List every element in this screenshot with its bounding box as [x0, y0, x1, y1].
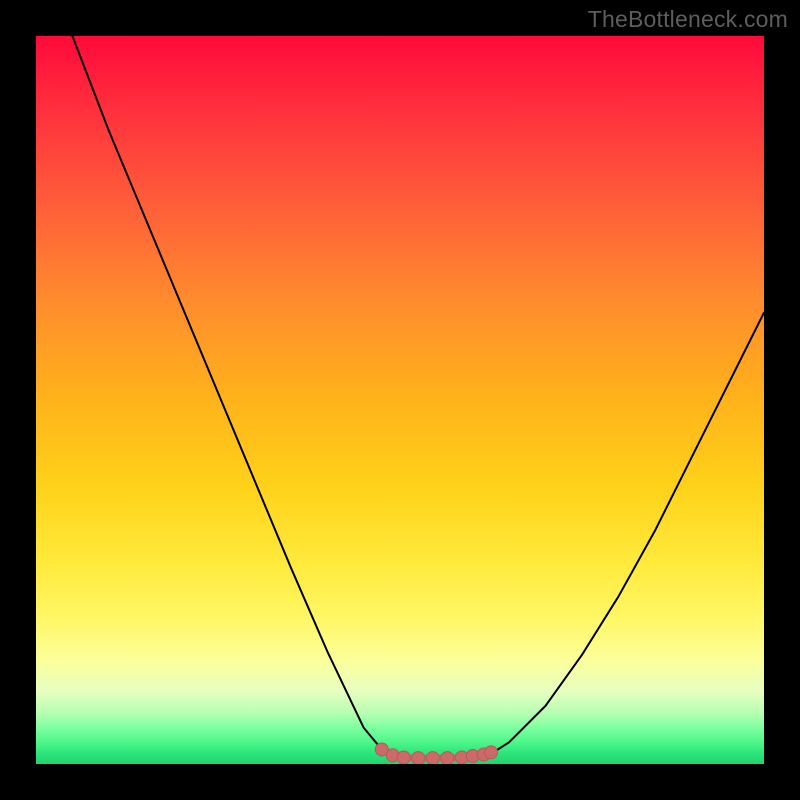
bottleneck-curve: [72, 36, 764, 759]
marker-point: [485, 746, 498, 759]
chart-frame: TheBottleneck.com: [0, 0, 800, 800]
marker-point: [397, 751, 410, 764]
marker-point: [441, 752, 454, 764]
curve-layer: [36, 36, 764, 764]
marker-point: [412, 752, 425, 764]
marker-point: [426, 752, 439, 764]
plot-area: [36, 36, 764, 764]
watermark-text: TheBottleneck.com: [588, 6, 788, 33]
